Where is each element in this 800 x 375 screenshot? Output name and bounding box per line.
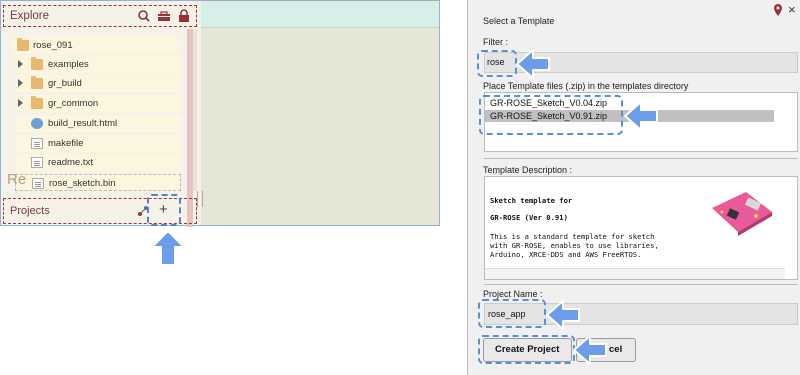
tree-item-makefile[interactable]: makefile bbox=[15, 135, 181, 152]
file-tree: rose_091 examples gr_build gr_common bui… bbox=[3, 29, 193, 199]
filter-label: Filter : bbox=[483, 37, 509, 47]
tree-item-root[interactable]: rose_091 bbox=[13, 37, 179, 54]
tree-item-label: build_result.html bbox=[48, 118, 118, 129]
explore-header: Explore bbox=[3, 5, 197, 27]
description-heading: Sketch template for bbox=[490, 196, 573, 205]
splitter-handle[interactable] bbox=[197, 191, 203, 207]
projects-title: Projects bbox=[10, 205, 50, 217]
overlay-text-fragment: Re bbox=[7, 171, 27, 188]
tree-item-label: makefile bbox=[48, 138, 84, 149]
html-file-icon bbox=[31, 118, 43, 129]
description-line: with GR-ROSE, enables to use libraries, bbox=[490, 241, 659, 250]
folder-icon bbox=[31, 96, 43, 109]
create-project-highlight bbox=[478, 335, 575, 364]
file-icon bbox=[31, 138, 43, 149]
tree-item-label: readme.txt bbox=[48, 157, 93, 168]
lock-icon[interactable] bbox=[176, 8, 192, 24]
left-arrow-pointer bbox=[516, 49, 550, 79]
explore-title: Explore bbox=[10, 10, 49, 22]
folder-icon bbox=[17, 38, 29, 51]
up-arrow-pointer bbox=[151, 230, 185, 266]
plus-icon: + bbox=[159, 201, 168, 218]
description-line: This is a standard template for sketch bbox=[490, 232, 655, 241]
chevron-right-icon[interactable] bbox=[18, 79, 23, 87]
description-scrollbar[interactable] bbox=[485, 268, 785, 279]
file-icon bbox=[31, 157, 43, 168]
folder-icon bbox=[31, 57, 43, 70]
template-highlight bbox=[479, 95, 623, 135]
divider bbox=[484, 284, 798, 285]
chevron-right-icon[interactable] bbox=[18, 60, 23, 68]
tree-item-label: gr_common bbox=[48, 98, 99, 109]
tree-item-gr-build[interactable]: gr_build bbox=[15, 75, 181, 92]
tree-item-label: rose_sketch.bin bbox=[49, 178, 116, 189]
description-label: Template Description : bbox=[483, 165, 573, 175]
tree-item-build-result[interactable]: build_result.html bbox=[15, 115, 181, 132]
description-line: Arduino, XRCE-DDS and AWS FreeRTOS. bbox=[490, 250, 642, 259]
chevron-right-icon[interactable] bbox=[18, 99, 23, 107]
tree-item-gr-common[interactable]: gr_common bbox=[15, 95, 181, 112]
add-project-button[interactable]: + bbox=[147, 194, 181, 226]
tree-item-readme[interactable]: readme.txt bbox=[15, 154, 181, 171]
scrollbar-track[interactable] bbox=[193, 29, 197, 191]
left-arrow-pointer bbox=[546, 300, 580, 330]
toolbox-icon[interactable] bbox=[156, 8, 172, 24]
board-image bbox=[712, 192, 772, 236]
cancel-button-label: cel bbox=[609, 344, 623, 355]
file-icon bbox=[32, 178, 44, 189]
description-subheading: GR-ROSE (Ver 0.91) bbox=[490, 213, 568, 222]
close-button[interactable]: × bbox=[788, 2, 796, 17]
editor-area bbox=[201, 1, 439, 225]
tree-item-label: gr_build bbox=[48, 78, 82, 89]
ide-explorer-panel: Explore rose_091 examples gr_build gr_co… bbox=[0, 0, 440, 227]
project-name-highlight bbox=[478, 299, 546, 328]
folder-icon bbox=[31, 76, 43, 89]
left-arrow-pointer bbox=[573, 335, 607, 365]
tree-item-examples[interactable]: examples bbox=[15, 56, 181, 73]
location-pin-icon bbox=[774, 4, 782, 16]
left-arrow-pointer bbox=[624, 101, 658, 131]
tree-item-rose-sketch-bin[interactable]: rose_sketch.bin bbox=[15, 174, 181, 191]
editor-tab-bar bbox=[201, 3, 439, 28]
dialog-title: Select a Template bbox=[483, 16, 555, 26]
zip-caption: Place Template files (.zip) in the templ… bbox=[483, 81, 689, 91]
tree-item-label: examples bbox=[48, 59, 89, 70]
tree-item-label: rose_091 bbox=[33, 40, 73, 51]
project-name-label: Project Name : bbox=[483, 289, 543, 299]
divider bbox=[484, 158, 798, 159]
filter-highlight bbox=[477, 50, 517, 77]
search-icon[interactable] bbox=[136, 8, 152, 24]
